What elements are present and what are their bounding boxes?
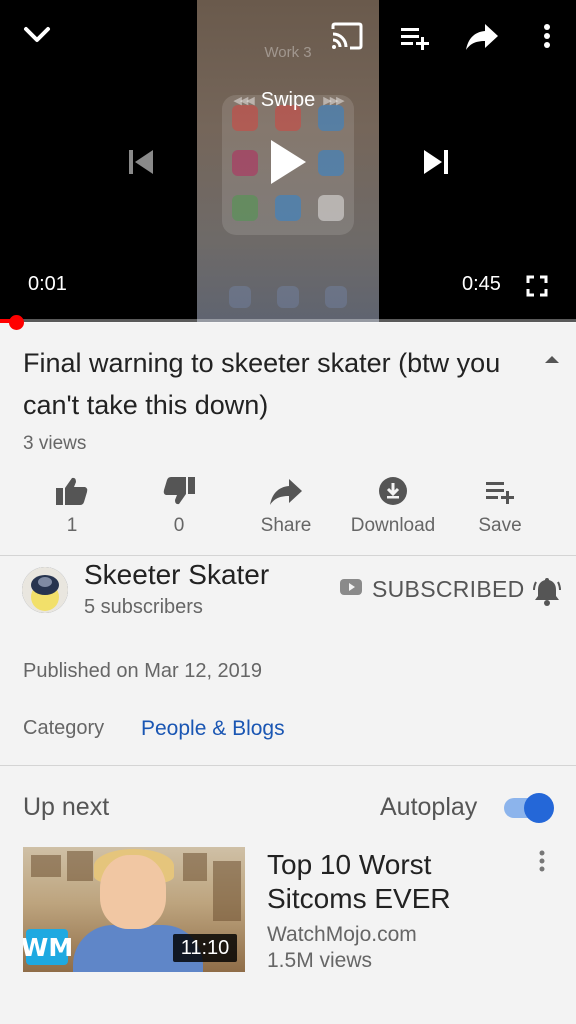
thumb-up-icon (55, 474, 89, 508)
category-link[interactable]: People & Blogs (141, 717, 285, 741)
share-icon[interactable] (463, 20, 501, 52)
skip-previous-icon[interactable] (122, 145, 160, 179)
save-label: Save (478, 515, 522, 536)
download-icon (378, 474, 408, 508)
chevron-down-icon[interactable] (20, 20, 54, 50)
up-next-heading: Up next (23, 793, 110, 821)
current-time: 0:01 (28, 273, 67, 295)
action-bar: 1 0 Share Download Save (0, 474, 576, 544)
cast-icon[interactable] (328, 20, 366, 52)
video-player[interactable]: Work 3 ◀◀◀ Swipe ▶▶▶ 0:01 0:45 (0, 0, 576, 322)
view-count: 3 views (23, 433, 87, 454)
channel-avatar[interactable] (22, 567, 68, 613)
channel-name[interactable]: Skeeter Skater (84, 559, 269, 591)
download-button[interactable]: Download (338, 474, 448, 537)
bell-icon[interactable] (533, 576, 561, 611)
swipe-label: Swipe (260, 88, 316, 111)
like-count: 1 (66, 515, 78, 536)
swipe-left-arrows-icon: ◀◀◀ (233, 94, 254, 107)
play-icon[interactable] (262, 135, 314, 189)
save-button[interactable]: Save (445, 474, 555, 537)
publish-date: Published on Mar 12, 2019 (23, 660, 263, 682)
progress-bar[interactable] (0, 319, 576, 323)
dock-image (197, 286, 379, 308)
more-vert-icon[interactable] (538, 850, 546, 877)
up-next-channel: WatchMojo.com (267, 923, 417, 946)
up-next-views: 1.5M views (267, 949, 373, 972)
subscribed-button[interactable]: SUBSCRIBED (340, 576, 525, 603)
youtube-icon (340, 579, 362, 600)
video-duration-badge: 11:10 (173, 934, 237, 962)
save-icon (484, 474, 516, 508)
divider (0, 765, 576, 766)
download-label: Download (350, 515, 436, 536)
divider (0, 555, 576, 556)
add-to-queue-icon[interactable] (397, 22, 433, 52)
swipe-right-arrows-icon: ▶▶▶ (323, 94, 344, 107)
share-button[interactable]: Share (231, 474, 341, 537)
more-vert-icon[interactable] (536, 20, 558, 52)
fullscreen-icon[interactable] (523, 272, 551, 300)
dislike-count: 0 (173, 515, 185, 536)
progress-thumb[interactable] (9, 315, 24, 330)
video-title: Final warning to skeeter skater (btw you… (23, 348, 501, 420)
swipe-hint: ◀◀◀ Swipe ▶▶▶ (200, 88, 376, 112)
duration: 0:45 (462, 273, 501, 295)
subscriber-count: 5 subscribers (84, 596, 203, 618)
toggle-knob[interactable] (524, 793, 554, 823)
collapse-description-icon[interactable] (541, 352, 563, 371)
dislike-button[interactable]: 0 (124, 474, 234, 537)
thumb-down-icon (162, 474, 196, 508)
subscribed-label: SUBSCRIBED (372, 576, 525, 602)
watchmojo-logo: WM (23, 929, 73, 965)
like-button[interactable]: 1 (17, 474, 127, 537)
category-label: Category (23, 717, 105, 739)
share-label: Share (260, 515, 312, 536)
autoplay-label: Autoplay (380, 793, 478, 821)
up-next-title[interactable]: Top 10 Worst Sitcoms EVER (267, 848, 517, 916)
share-icon (269, 474, 303, 508)
skip-next-icon[interactable] (417, 145, 455, 179)
